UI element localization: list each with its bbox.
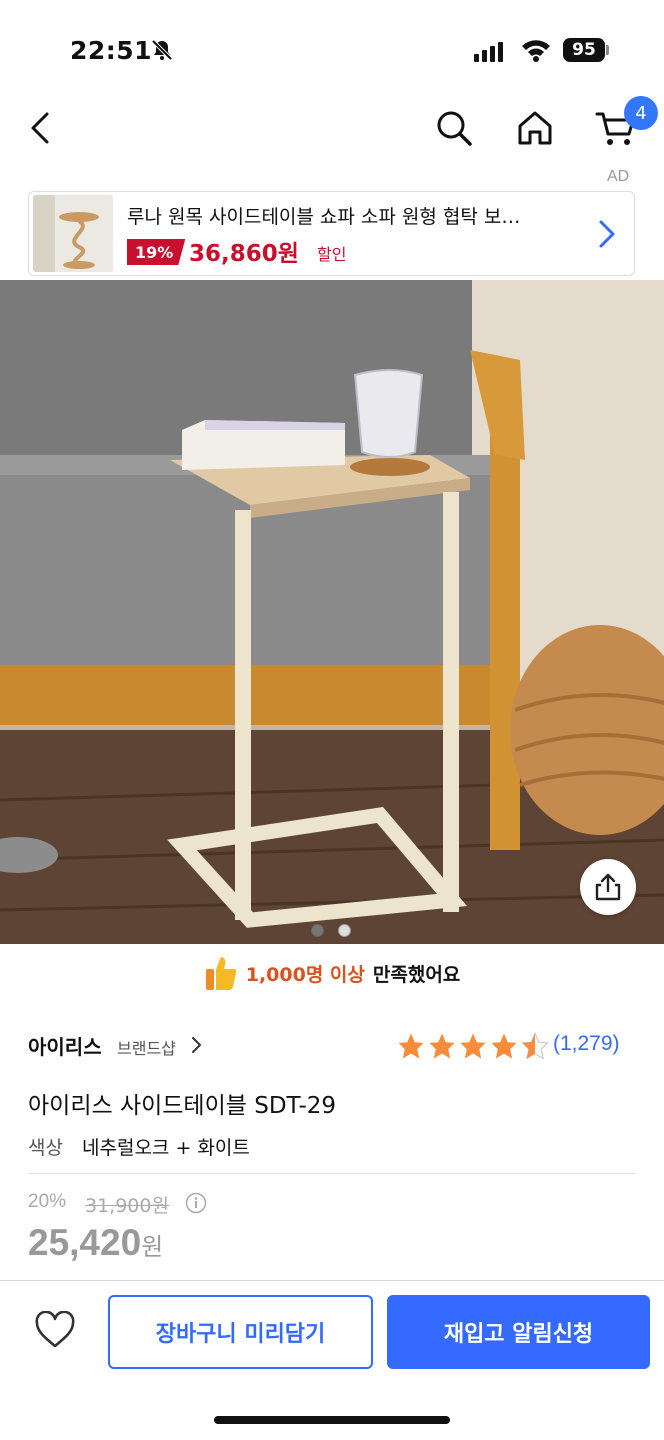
- ad-discount-badge: 19%: [127, 239, 186, 265]
- ad-banner[interactable]: 루나 원목 사이드테이블 쇼파 소파 원형 협탁 보… 19% 36,860원 …: [28, 191, 635, 276]
- star-half-icon: [521, 1031, 549, 1060]
- option-label: 색상: [28, 1137, 63, 1159]
- pagination-dot[interactable]: [338, 924, 351, 937]
- back-button[interactable]: [18, 106, 62, 150]
- add-to-cart-button[interactable]: 장바구니 미리담기: [108, 1295, 373, 1369]
- battery-cap: [606, 45, 609, 55]
- product-title: 아이리스 사이드테이블 SDT-29: [28, 1093, 337, 1119]
- brand-shop-link[interactable]: 브랜드샵: [117, 1035, 176, 1059]
- restock-alert-button[interactable]: 재입고 알림신청: [387, 1295, 650, 1369]
- pagination-dot-active[interactable]: [311, 924, 324, 937]
- home-icon: [518, 111, 552, 145]
- satisfaction-banner: 1,000명 이상 만족했어요: [0, 948, 664, 998]
- rating-stars[interactable]: [396, 1031, 550, 1061]
- divider: [28, 1173, 636, 1174]
- status-time: 22:51: [70, 36, 153, 65]
- star-icon: [429, 1033, 455, 1059]
- nav-bar: [0, 96, 664, 162]
- image-pagination: [311, 924, 351, 937]
- wishlist-button[interactable]: [28, 1303, 82, 1357]
- discount-rate: 20%: [28, 1191, 67, 1212]
- info-icon[interactable]: [185, 1192, 207, 1214]
- sale-price-value: 25,420: [28, 1222, 142, 1263]
- thumbs-up-icon: [205, 957, 237, 990]
- ad-title: 루나 원목 사이드테이블 쇼파 소파 원형 협탁 보…: [127, 206, 521, 228]
- star-icon: [491, 1033, 517, 1059]
- satisfaction-count: 1,000명 이상: [245, 963, 365, 986]
- option-value: 네추럴오크 + 화이트: [82, 1137, 250, 1159]
- wifi-icon: [522, 40, 550, 62]
- sale-price: 25,420원: [28, 1222, 163, 1264]
- heart-icon: [35, 1311, 75, 1348]
- star-icon: [398, 1033, 424, 1059]
- star-icon: [460, 1033, 486, 1059]
- satisfaction-text: 만족했어요: [372, 963, 461, 986]
- brand-name[interactable]: 아이리스: [28, 1031, 102, 1060]
- ad-thumbnail: [33, 195, 113, 272]
- search-button[interactable]: [432, 106, 476, 150]
- share-button[interactable]: [580, 859, 636, 915]
- status-bar: 22:51 95: [0, 0, 664, 96]
- search-icon: [437, 111, 472, 146]
- ad-label: AD: [607, 168, 630, 185]
- share-icon: [595, 873, 621, 901]
- original-price: 31,900원: [85, 1195, 169, 1217]
- chevron-right-icon: [192, 1037, 201, 1053]
- sale-price-unit: 원: [141, 1234, 164, 1261]
- ad-sale-label: 할인: [317, 245, 347, 264]
- back-icon: [31, 112, 49, 144]
- review-count[interactable]: (1,279): [553, 1032, 620, 1056]
- battery-indicator: 95: [563, 38, 605, 62]
- home-button[interactable]: [513, 106, 557, 150]
- ad-price: 36,860원: [189, 241, 299, 267]
- product-image[interactable]: [0, 280, 664, 944]
- cart-count-badge: 4: [624, 96, 658, 130]
- bell-off-icon: [151, 39, 173, 61]
- home-indicator[interactable]: [214, 1416, 450, 1424]
- bottom-action-bar: 장바구니 미리담기 재입고 알림신청: [0, 1280, 664, 1384]
- chevron-right-icon: [599, 220, 615, 248]
- signal-icon: [474, 42, 503, 62]
